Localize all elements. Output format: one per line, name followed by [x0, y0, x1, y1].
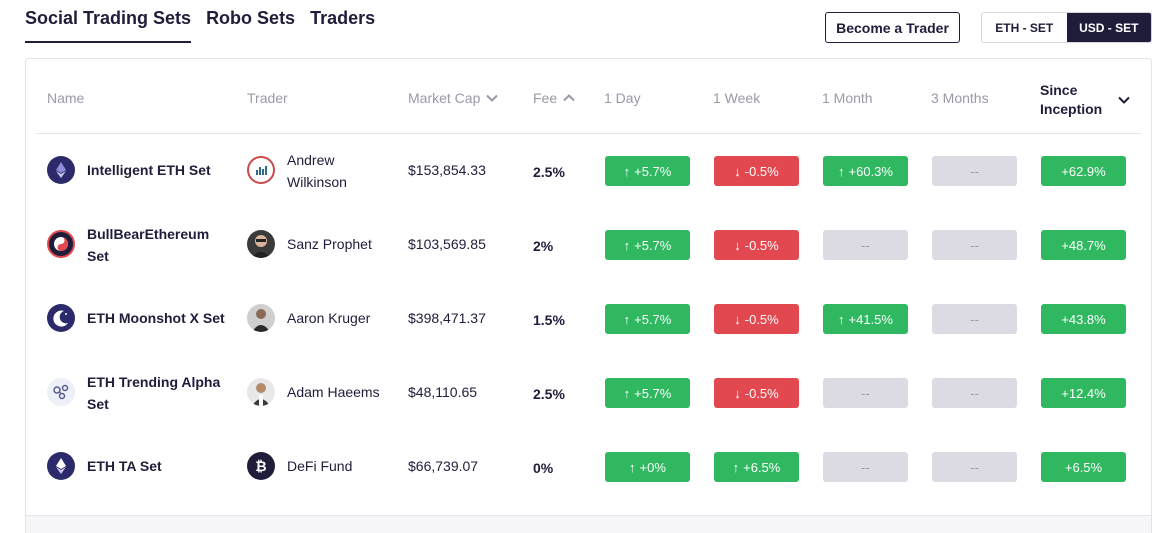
tab-robo-sets[interactable]: Robo Sets — [206, 8, 295, 43]
header-1-day[interactable]: 1 Day — [604, 90, 641, 106]
currency-toggle: ETH - SET USD - SET — [981, 12, 1152, 43]
change-1-week: ↑ +6.5% — [714, 452, 799, 482]
header-name[interactable]: Name — [47, 90, 84, 106]
change-3-months: -- — [932, 230, 1017, 260]
market-cap-value: $103,569.85 — [408, 236, 486, 252]
arrow-up-icon: ↑ — [629, 459, 636, 475]
trader-avatar — [247, 230, 275, 258]
change-1-day: ↑ +5.7% — [605, 156, 690, 186]
change-3-months: -- — [932, 452, 1017, 482]
fee-value: 2% — [533, 238, 554, 254]
change-1-month: ↑ +60.3% — [823, 156, 908, 186]
fee-value: 2.5% — [533, 164, 565, 180]
tab-social-trading-sets[interactable]: Social Trading Sets — [25, 8, 192, 43]
fee-value: 2.5% — [533, 386, 565, 402]
chevron-down-icon — [1118, 96, 1130, 104]
change-1-month: -- — [823, 452, 908, 482]
intelligent-eth-set-icon — [47, 156, 75, 184]
trader-name[interactable]: Adam Haeems — [287, 381, 387, 403]
arrow-up-icon: ↑ — [623, 163, 631, 179]
change-3-months: -- — [932, 304, 1017, 334]
change-1-week: ↓ -0.5% — [714, 378, 799, 408]
market-cap-value: $48,110.65 — [408, 384, 478, 400]
header-trader[interactable]: Trader — [247, 90, 288, 106]
arrow-up-icon: ↑ — [623, 311, 631, 327]
svg-text:₿: ₿ — [255, 459, 266, 475]
table-row[interactable]: Intelligent ETH Set Andrew Wilkinson $15… — [0, 134, 1152, 208]
table-row[interactable]: ETH TA Set ₿ DeFi Fund $66,739.07 0% ↑ +0… — [0, 430, 1152, 504]
trader-avatar — [247, 156, 275, 184]
arrow-up-icon: ↑ — [838, 163, 845, 179]
trending-alpha-set-icon — [47, 378, 75, 406]
arrow-down-icon: ↓ — [734, 163, 741, 179]
change-1-week: ↓ -0.5% — [714, 304, 799, 334]
become-trader-button[interactable]: Become a Trader — [825, 12, 960, 43]
change-since-inception: +62.9% — [1041, 156, 1126, 186]
change-1-month: ↑ +41.5% — [823, 304, 908, 334]
trader-name[interactable]: DeFi Fund — [287, 455, 387, 477]
bullbear-set-icon — [47, 230, 75, 258]
header-1-week[interactable]: 1 Week — [713, 90, 760, 106]
usd-set-option[interactable]: USD - SET — [1066, 13, 1151, 42]
arrow-up-icon: ↑ — [732, 459, 740, 475]
fee-value: 1.5% — [533, 312, 565, 328]
change-1-day: ↑ +5.7% — [605, 304, 690, 334]
trader-avatar — [247, 378, 275, 406]
change-since-inception: +43.8% — [1041, 304, 1126, 334]
header-since-inception[interactable]: Since Inception — [1040, 81, 1130, 119]
change-since-inception: +48.7% — [1041, 230, 1126, 260]
change-1-day: ↑ +5.7% — [605, 230, 690, 260]
table-row[interactable]: BullBearEthereum Set Sanz Prophet $103,5… — [0, 208, 1152, 282]
arrow-down-icon: ↓ — [734, 237, 741, 253]
arrow-down-icon: ↓ — [734, 385, 741, 401]
market-cap-value: $398,471.37 — [408, 310, 486, 326]
bitcoin-icon: ₿ — [247, 452, 275, 480]
change-1-week: ↓ -0.5% — [714, 156, 799, 186]
change-1-day: ↑ +5.7% — [605, 378, 690, 408]
trader-name[interactable]: Andrew Wilkinson — [287, 149, 387, 193]
eth-ta-set-icon — [47, 452, 75, 480]
trader-avatar — [247, 304, 275, 332]
arrow-down-icon: ↓ — [734, 311, 741, 327]
change-1-week: ↓ -0.5% — [714, 230, 799, 260]
change-3-months: -- — [932, 378, 1017, 408]
table-row[interactable]: ETH Trending Alpha Set Adam Haeems $48,1… — [0, 356, 1152, 430]
eth-set-option[interactable]: ETH - SET — [982, 13, 1067, 42]
set-type-tabs: Social Trading Sets Robo Sets Traders — [25, 8, 390, 43]
arrow-up-icon: ↑ — [838, 311, 845, 327]
trader-name[interactable]: Sanz Prophet — [287, 233, 387, 255]
table-row[interactable]: ETH Moonshot X Set Aaron Kruger $398,471… — [0, 282, 1152, 356]
header-1-month[interactable]: 1 Month — [822, 90, 873, 106]
set-name[interactable]: Intelligent ETH Set — [87, 159, 227, 181]
arrow-up-icon: ↑ — [623, 385, 631, 401]
arrow-up-icon: ↑ — [623, 237, 631, 253]
change-1-day: ↑ +0% — [605, 452, 690, 482]
set-name[interactable]: ETH Trending Alpha Set — [87, 371, 227, 415]
header-market-cap[interactable]: Market Cap — [408, 90, 499, 106]
market-cap-value: $66,739.07 — [408, 458, 479, 474]
change-1-month: -- — [823, 230, 908, 260]
tab-traders[interactable]: Traders — [310, 8, 375, 43]
change-3-months: -- — [932, 156, 1017, 186]
set-name[interactable]: ETH TA Set — [87, 455, 227, 477]
chevron-up-icon — [563, 94, 575, 102]
header-3-months[interactable]: 3 Months — [931, 90, 989, 106]
set-name[interactable]: ETH Moonshot X Set — [87, 307, 227, 329]
chevron-down-icon — [486, 94, 499, 102]
table-footer — [26, 516, 1151, 533]
fee-value: 0% — [533, 460, 554, 476]
set-name[interactable]: BullBearEthereum Set — [87, 223, 227, 267]
change-since-inception: +12.4% — [1041, 378, 1126, 408]
moonshot-set-icon — [47, 304, 75, 332]
change-1-month: -- — [823, 378, 908, 408]
header-fee[interactable]: Fee — [533, 90, 575, 106]
market-cap-value: $153,854.33 — [408, 162, 486, 178]
trader-name[interactable]: Aaron Kruger — [287, 307, 387, 329]
change-since-inception: +6.5% — [1041, 452, 1126, 482]
